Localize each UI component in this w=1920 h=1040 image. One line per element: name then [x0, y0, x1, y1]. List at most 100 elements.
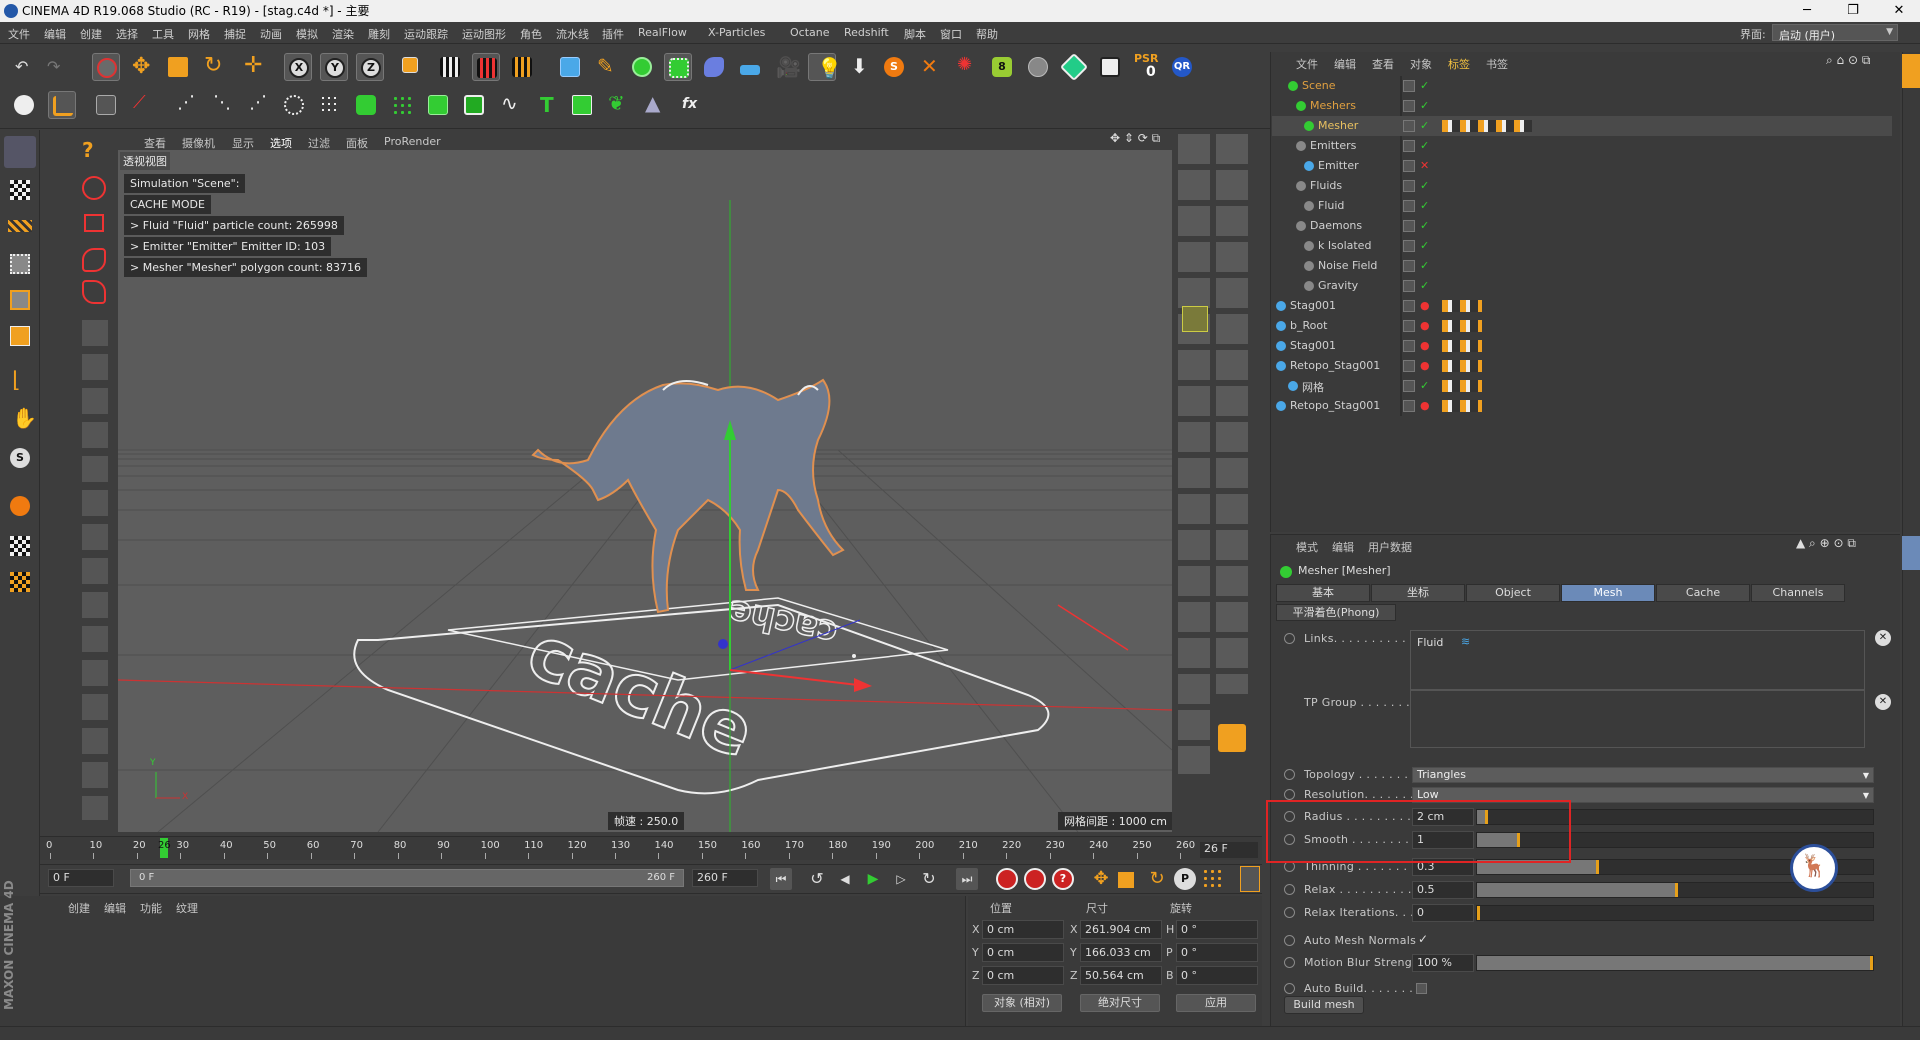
z-axis-lock-icon[interactable]: Z: [356, 53, 384, 81]
tweak-mode-icon[interactable]: ✋: [4, 404, 37, 436]
key-scale-icon[interactable]: [1118, 872, 1134, 888]
layer-visibility-icon[interactable]: [1403, 240, 1415, 252]
object-menu-item[interactable]: 查看: [1372, 56, 1394, 72]
range-slider[interactable]: 0 F 260 F: [130, 869, 684, 887]
object-status-icon[interactable]: ✓: [1420, 259, 1429, 272]
object-manager-search-icon[interactable]: ⌕ ⌂ ⊙ ⧉: [1826, 53, 1870, 68]
record-icon[interactable]: [996, 868, 1018, 890]
layer-visibility-icon[interactable]: [1403, 160, 1415, 172]
sphere-render-icon[interactable]: [10, 91, 38, 119]
active-tool-icon[interactable]: [1182, 306, 1208, 332]
prev-frame-icon[interactable]: ◀: [834, 868, 856, 890]
lock-workplane-icon[interactable]: [4, 530, 36, 562]
workplane-icon[interactable]: [48, 91, 76, 119]
octane-icon[interactable]: [1059, 52, 1089, 82]
object-tags-icon[interactable]: [1442, 360, 1482, 372]
tab-mesh[interactable]: Mesh: [1561, 584, 1655, 602]
timeline-ruler[interactable]: 0 10 20 30 40 50 60 70 80 90 100 110 120 130 140 150 160…: [46, 840, 1195, 860]
object-status-icon[interactable]: ✓: [1420, 179, 1429, 192]
auto-build-checkbox[interactable]: [1416, 983, 1427, 994]
apply-button[interactable]: 应用: [1176, 994, 1256, 1012]
object-tags-icon[interactable]: [1442, 380, 1482, 392]
y-axis-lock-icon[interactable]: Y: [320, 53, 348, 81]
layer-visibility-icon[interactable]: [1403, 360, 1415, 372]
deformer-tools-column[interactable]: [1216, 134, 1248, 694]
viewport-menu-item[interactable]: 摄像机: [182, 135, 215, 151]
viewport-nav-icons[interactable]: ✥ ⇕ ⟳ ⧉: [1110, 131, 1160, 146]
object-row[interactable]: Stag001 ●: [1272, 296, 1892, 316]
menu-item[interactable]: RealFlow: [638, 26, 687, 39]
minimize-button[interactable]: ─: [1784, 0, 1830, 22]
auto-build-radio[interactable]: [1284, 983, 1295, 994]
links-list[interactable]: Fluid ≋: [1410, 630, 1865, 690]
workplane-mode-icon[interactable]: [4, 210, 36, 242]
viewport-menu-item[interactable]: 查看: [144, 135, 166, 151]
coord-size-field[interactable]: 261.904 cm: [1080, 920, 1162, 939]
auto-normals-checkbox[interactable]: ✓: [1418, 932, 1428, 946]
magnet-icon[interactable]: [4, 490, 36, 522]
go-end-icon[interactable]: ⏭: [956, 868, 978, 890]
links-radio[interactable]: [1284, 633, 1295, 644]
coord-mode-select[interactable]: 对象 (相对): [982, 994, 1062, 1012]
polygons-mode-icon[interactable]: [4, 320, 36, 352]
viewport-menu-item[interactable]: 过滤: [308, 135, 330, 151]
extrude-icon[interactable]: [424, 91, 452, 119]
play-icon[interactable]: ▶: [862, 868, 884, 890]
coord-pos-field[interactable]: 0 cm: [982, 943, 1064, 962]
coord-size-field[interactable]: 166.033 cm: [1080, 943, 1162, 962]
object-status-icon[interactable]: ●: [1420, 359, 1430, 372]
object-row[interactable]: Fluid ✓: [1272, 196, 1892, 216]
object-status-icon[interactable]: ●: [1420, 299, 1430, 312]
layer-visibility-icon[interactable]: [1403, 380, 1415, 392]
emitter-icon[interactable]: ✺: [952, 53, 980, 81]
material-menu-item[interactable]: 创建: [68, 900, 90, 916]
redo-icon[interactable]: ↷: [42, 53, 70, 81]
maximize-button[interactable]: ❐: [1830, 0, 1876, 22]
knife-icon[interactable]: ⟋: [128, 91, 156, 119]
sphere-icon[interactable]: [1024, 53, 1052, 81]
phong-subtab[interactable]: 平滑着色(Phong): [1276, 604, 1396, 621]
render-picture-viewer-icon[interactable]: [472, 53, 500, 81]
viewport-menu-item[interactable]: 面板: [346, 135, 368, 151]
realflow-icon[interactable]: 8: [988, 53, 1016, 81]
x-particles-icon[interactable]: ✕: [916, 53, 944, 81]
end-frame-field[interactable]: 260 F: [692, 869, 758, 887]
object-row[interactable]: k Isolated ✓: [1272, 236, 1892, 256]
auto-normals-radio[interactable]: [1284, 935, 1295, 946]
layer-visibility-icon[interactable]: [1403, 320, 1415, 332]
texture-mode-icon[interactable]: [4, 174, 36, 206]
menu-item[interactable]: 运动图形: [462, 26, 506, 42]
side-tab-objects[interactable]: [1902, 54, 1920, 88]
object-row[interactable]: Noise Field ✓: [1272, 256, 1892, 276]
object-row[interactable]: Scene ✓: [1272, 76, 1892, 96]
coord-rot-field[interactable]: 0 °: [1176, 966, 1258, 985]
subdivision-surface-icon[interactable]: [628, 53, 656, 81]
menu-item[interactable]: 工具: [152, 26, 174, 42]
twist-icon[interactable]: ❦: [604, 91, 632, 119]
object-tags-icon[interactable]: [1442, 300, 1482, 312]
timeline-playhead[interactable]: 26: [158, 838, 171, 858]
menu-item[interactable]: 捕捉: [224, 26, 246, 42]
tp-group-clear-icon[interactable]: ✕: [1875, 694, 1891, 710]
s-plugin-icon[interactable]: S: [880, 53, 908, 81]
menu-item[interactable]: 模拟: [296, 26, 318, 42]
key-param-icon[interactable]: P: [1174, 868, 1196, 890]
points-mode-icon[interactable]: [4, 248, 36, 280]
topology-radio[interactable]: [1284, 769, 1295, 780]
pen-tool-icon[interactable]: ✎: [592, 53, 620, 81]
line-cut-icon[interactable]: ⋰: [244, 91, 272, 119]
close-button[interactable]: ✕: [1876, 0, 1920, 22]
layer-visibility-icon[interactable]: [1403, 340, 1415, 352]
menu-item[interactable]: Redshift: [844, 26, 889, 39]
object-menu-item[interactable]: 对象: [1410, 56, 1432, 72]
viewport-menu-item[interactable]: ProRender: [384, 135, 441, 148]
side-tab-attributes[interactable]: [1902, 536, 1920, 570]
lasso-select-icon[interactable]: [82, 248, 106, 272]
render-settings-icon[interactable]: [508, 53, 536, 81]
key-rotation-icon[interactable]: ↻: [1146, 868, 1168, 890]
material-menu-item[interactable]: 编辑: [104, 900, 126, 916]
menu-item[interactable]: 动画: [260, 26, 282, 42]
cube-icon[interactable]: [556, 53, 584, 81]
menu-item[interactable]: 选择: [116, 26, 138, 42]
polygon-select-icon[interactable]: [82, 280, 106, 304]
